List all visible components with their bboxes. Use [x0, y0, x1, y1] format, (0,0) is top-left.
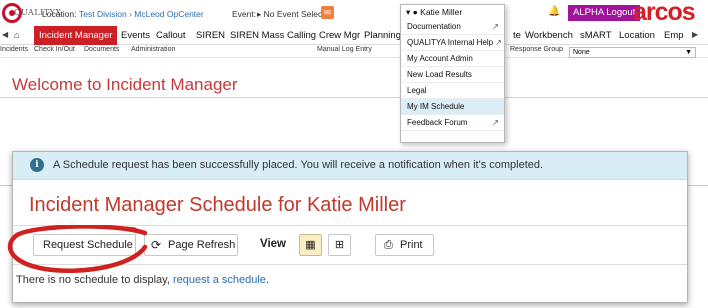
location-label: Location: — [42, 9, 77, 19]
menu-item-documentation[interactable]: Documentation ↗ — [401, 19, 504, 35]
menu-item-my-account-admin[interactable]: My Account Admin — [401, 51, 504, 67]
main-nav: ◀ ⌂ Incident Manager Events Callout SIRE… — [0, 26, 708, 45]
page-refresh-label: Page Refresh — [168, 239, 236, 251]
external-link-icon: ↗ — [492, 118, 499, 127]
subnav-incidents[interactable]: Incidents — [0, 46, 28, 53]
external-link-icon: ↗ — [492, 22, 499, 31]
divider — [0, 97, 708, 98]
nav-te[interactable]: te — [513, 26, 521, 45]
grid-view-button[interactable]: ⊞ — [328, 234, 351, 256]
empty-schedule-message: There is no schedule to display, request… — [16, 274, 269, 286]
menu-item-label: QUALITYA Internal Help — [407, 38, 494, 47]
external-link-icon: ↗ — [495, 38, 502, 47]
calendar-icon: ▦ — [305, 239, 316, 251]
caret-down-icon: ▾ — [406, 7, 411, 17]
menu-item-my-im-schedule[interactable]: My IM Schedule — [401, 99, 504, 115]
event-alert-icon[interactable]: ✉ — [321, 6, 334, 19]
nav-scroll-right-icon[interactable]: ▶ — [692, 30, 698, 39]
print-icon: ⎙ — [384, 239, 393, 251]
nav-events[interactable]: Events — [121, 26, 150, 45]
print-button[interactable]: ⎙ Print — [375, 234, 434, 256]
menu-item-label: New Load Results — [407, 70, 472, 79]
nav-scroll-left-icon[interactable]: ◀ — [2, 30, 8, 39]
info-icon: i — [30, 158, 44, 172]
menu-item-label: Feedback Forum — [407, 118, 468, 127]
empty-text: There is no schedule to display, — [16, 274, 170, 286]
subnav-documents[interactable]: Documents — [84, 46, 119, 53]
alert-message: A Schedule request has been successfully… — [53, 159, 544, 171]
nav-crew-mgr[interactable]: Crew Mgr — [319, 26, 360, 45]
subnav-manual-log-entry[interactable]: Manual Log Entry — [317, 46, 372, 53]
refresh-icon: ⟳ — [151, 238, 162, 252]
arcos-logo: arcos — [633, 0, 696, 26]
calendar-view-button[interactable]: ▦ — [299, 234, 322, 256]
nav-employees[interactable]: Emp — [664, 26, 684, 45]
screenshot-stage: QUALITYX Location: Test Division › McLeo… — [0, 0, 708, 308]
print-label: Print — [400, 239, 423, 251]
nav-siren[interactable]: SIREN — [196, 26, 225, 45]
user-name: Katie Miller — [420, 7, 463, 17]
logout-button[interactable]: ALPHA Logout — [568, 5, 641, 21]
location-value[interactable]: Test Division › McLeod OpCenter — [79, 9, 204, 19]
empty-suffix: . — [265, 274, 269, 286]
menu-item-label: Legal — [407, 86, 427, 95]
subnav-check-in-out[interactable]: Check In/Out — [34, 46, 75, 53]
user-icon: ● — [412, 7, 418, 17]
top-bar: QUALITYX Location: Test Division › McLeo… — [0, 0, 708, 26]
nav-siren-mass-calling[interactable]: SIREN Mass Calling — [230, 26, 316, 45]
chevron-down-icon: ▼ — [685, 49, 692, 56]
nav-incident-manager[interactable]: Incident Manager — [34, 26, 118, 45]
page-refresh-button[interactable]: ⟳ Page Refresh — [144, 234, 238, 256]
event-label: Event: — [232, 9, 257, 19]
divider — [13, 264, 687, 265]
nav-workbench[interactable]: Workbench — [525, 26, 573, 45]
welcome-heading: Welcome to Incident Manager — [12, 75, 238, 94]
menu-item-feedback-forum[interactable]: Feedback Forum ↗ — [401, 115, 504, 131]
grid-icon: ⊞ — [334, 239, 345, 251]
home-icon[interactable]: ⌂ — [14, 26, 19, 45]
subnav-administration[interactable]: Administration — [131, 46, 175, 53]
page-title: Incident Manager Schedule for Katie Mill… — [29, 194, 406, 216]
menu-item-label: My Account Admin — [407, 54, 473, 63]
nav-callout[interactable]: Callout — [156, 26, 186, 45]
menu-item-legal[interactable]: Legal — [401, 83, 504, 99]
schedule-panel: i A Schedule request has been successful… — [12, 151, 688, 303]
bell-icon[interactable]: 🔔 — [548, 6, 560, 17]
request-schedule-link[interactable]: request a schedule — [173, 274, 266, 286]
response-group-select[interactable]: None ▼ — [569, 47, 696, 58]
menu-item-label: Documentation — [407, 22, 461, 31]
nav-smart[interactable]: sMART — [580, 26, 612, 45]
menu-item-internal-help[interactable]: QUALITYA Internal Help ↗ — [401, 35, 504, 51]
response-group-value: None — [573, 49, 590, 56]
menu-item-new-load-results[interactable]: New Load Results — [401, 67, 504, 83]
menu-item-label: My IM Schedule — [407, 102, 465, 111]
divider — [13, 225, 687, 226]
nav-location[interactable]: Location — [619, 26, 655, 45]
request-schedule-button[interactable]: Request Schedule — [33, 234, 136, 256]
success-alert: i A Schedule request has been successful… — [13, 152, 687, 180]
nav-planning[interactable]: Planning — [364, 26, 401, 45]
user-menu-header[interactable]: ▾ ● Katie Miller — [401, 5, 504, 19]
response-group-label: Response Group — [510, 46, 563, 53]
view-label: View — [260, 238, 286, 250]
user-menu: ▾ ● Katie Miller Documentation ↗ QUALITY… — [400, 4, 505, 143]
